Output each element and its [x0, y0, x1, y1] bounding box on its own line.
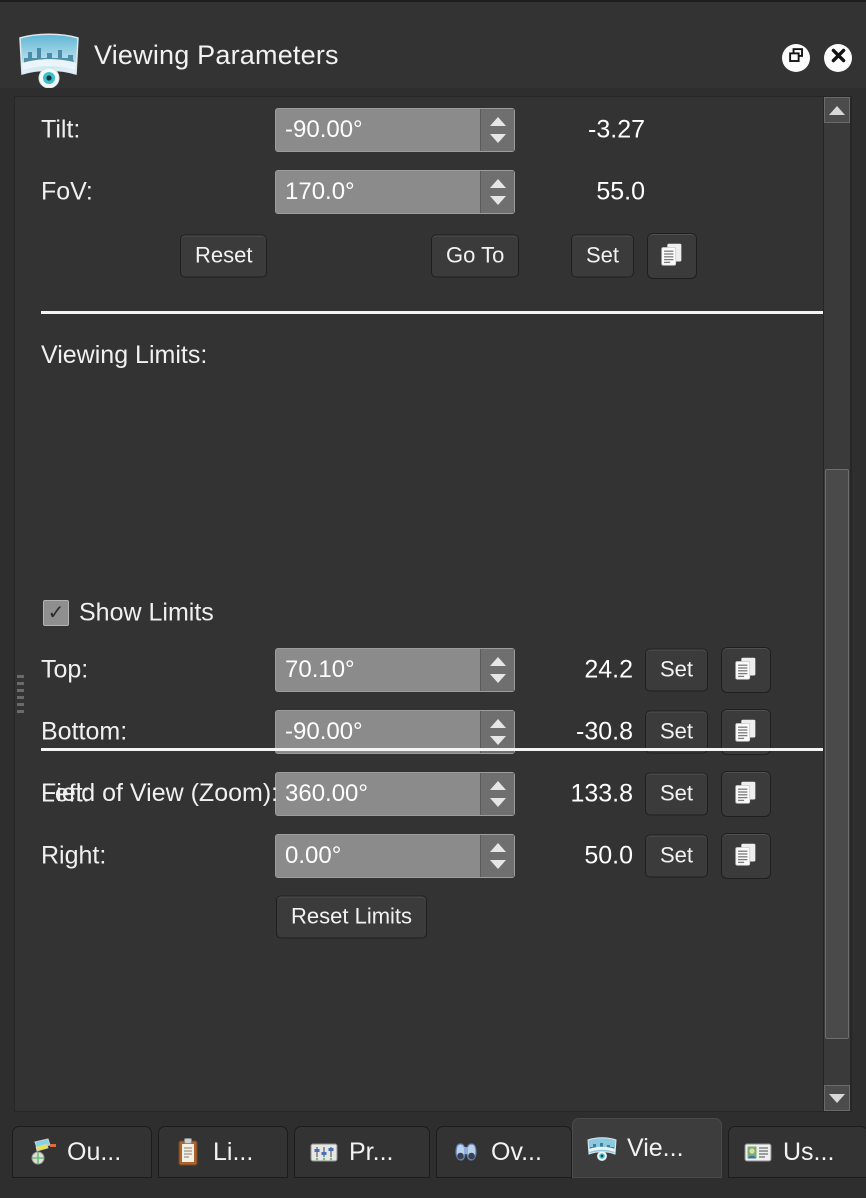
label-fov: FoV:	[41, 177, 93, 206]
limit-left-readout: 133.8	[570, 779, 633, 808]
set-view-button[interactable]: Set	[571, 234, 635, 278]
limit-right-stepper[interactable]	[480, 835, 514, 877]
tab-viewing-parameters-label: Vie...	[627, 1133, 684, 1162]
limit-right-spinner[interactable]: 0.00°	[275, 834, 515, 878]
show-limits-label[interactable]: Show Limits	[79, 599, 214, 628]
limit-left-spinner[interactable]: 360.00°	[275, 772, 515, 816]
label-limit-bottom: Bottom:	[41, 717, 128, 746]
show-limits-checkbox[interactable]: ✓	[43, 600, 69, 626]
limit-bottom-readout: -30.8	[576, 717, 633, 746]
tab-users-label: Us...	[783, 1137, 835, 1166]
tab-list-label: Li...	[213, 1137, 254, 1166]
set-limit-right-button[interactable]: Set	[645, 834, 709, 878]
tab-users[interactable]: Us...	[728, 1126, 866, 1178]
panorama-icon	[586, 1132, 618, 1164]
scroll-down-arrow[interactable]	[824, 1085, 850, 1111]
scroll-thumb[interactable]	[825, 469, 849, 1039]
binoculars-icon	[450, 1136, 482, 1168]
limit-bottom-stepper[interactable]	[480, 711, 514, 753]
row-view-actions: Reset Go To Set	[15, 223, 827, 289]
limit-left-stepper[interactable]	[480, 773, 514, 815]
vertical-scrollbar[interactable]	[823, 96, 851, 1112]
clipboard-icon	[172, 1136, 204, 1168]
restore-button[interactable]	[782, 44, 810, 72]
copy-limit-left-button[interactable]	[721, 771, 771, 817]
row-limit-right: Right: 0.00° 50.0 Set	[15, 825, 827, 887]
close-icon	[830, 47, 847, 69]
id-card-icon	[742, 1136, 774, 1168]
fov-stepper[interactable]	[480, 171, 514, 213]
restore-icon	[788, 47, 805, 69]
window-title: Viewing Parameters	[94, 40, 339, 70]
set-limit-left-button[interactable]: Set	[645, 772, 709, 816]
separator-limits	[41, 748, 833, 751]
limit-top-value[interactable]: 70.10°	[276, 649, 480, 691]
copy-pages-icon	[732, 654, 760, 687]
reset-button[interactable]: Reset	[180, 234, 268, 278]
go-to-button[interactable]: Go To	[431, 234, 520, 278]
label-tilt: Tilt:	[41, 115, 81, 144]
close-button[interactable]	[824, 44, 852, 72]
limit-top-readout: 24.2	[584, 655, 633, 684]
row-limit-bottom: Bottom: -90.00° -30.8 Set	[15, 701, 827, 763]
tab-overview-label: Ov...	[491, 1137, 542, 1166]
tilt-stepper[interactable]	[480, 109, 514, 151]
limit-right-value[interactable]: 0.00°	[276, 835, 480, 877]
fov-value[interactable]: 170.0°	[276, 171, 480, 213]
mixer-icon	[308, 1136, 340, 1168]
reset-limits-button[interactable]: Reset Limits	[276, 895, 428, 939]
limit-top-stepper[interactable]	[480, 649, 514, 691]
label-limit-right: Right:	[41, 841, 107, 870]
scroll-content: Tilt: -90.00° -3.27 FoV: 170.0° 55.0 Res…	[15, 97, 833, 1111]
tab-viewing-parameters[interactable]: Vie...	[572, 1118, 722, 1178]
limit-bottom-value[interactable]: -90.00°	[276, 711, 480, 753]
copy-limit-right-button[interactable]	[721, 833, 771, 879]
copy-pages-icon	[658, 240, 686, 273]
tab-properties[interactable]: Pr...	[294, 1126, 430, 1178]
limit-right-readout: 50.0	[584, 841, 633, 870]
copy-limit-top-button[interactable]	[721, 647, 771, 693]
scroll-up-arrow[interactable]	[824, 97, 850, 123]
tilt-spinner[interactable]: -90.00°	[275, 108, 515, 152]
row-reset-limits: Reset Limits	[15, 887, 827, 947]
row-show-limits: ✓ Show Limits	[15, 587, 827, 639]
row-tilt: Tilt: -90.00° -3.27	[15, 99, 827, 161]
panorama-eye-icon	[16, 32, 82, 89]
field-of-view-title: Field of View (Zoom):	[41, 779, 279, 807]
tab-properties-label: Pr...	[349, 1137, 394, 1166]
copy-pages-icon	[732, 716, 760, 749]
limit-top-spinner[interactable]: 70.10°	[275, 648, 515, 692]
panel-drag-handle[interactable]	[17, 675, 24, 717]
copy-pages-icon	[732, 778, 760, 811]
limit-left-value[interactable]: 360.00°	[276, 773, 480, 815]
set-limit-top-button[interactable]: Set	[645, 648, 709, 692]
bottom-tabbar: Ou... Li... Pr... Ov... Vie... Us...	[0, 1118, 866, 1198]
tab-overview[interactable]: Ov...	[436, 1126, 572, 1178]
viewing-limits-title: Viewing Limits:	[41, 341, 208, 369]
output-icon	[26, 1136, 58, 1168]
tilt-readout: -3.27	[588, 115, 645, 144]
copy-pages-icon	[732, 840, 760, 873]
window-titlebar: Viewing Parameters	[0, 0, 866, 89]
tab-list[interactable]: Li...	[158, 1126, 288, 1178]
tab-output[interactable]: Ou...	[12, 1126, 152, 1178]
separator-view	[41, 311, 833, 314]
label-limit-top: Top:	[41, 655, 89, 684]
viewing-parameters-panel: Tilt: -90.00° -3.27 FoV: 170.0° 55.0 Res…	[14, 96, 852, 1112]
tilt-value[interactable]: -90.00°	[276, 109, 480, 151]
fov-spinner[interactable]: 170.0°	[275, 170, 515, 214]
tab-output-label: Ou...	[67, 1137, 122, 1166]
row-fov: FoV: 170.0° 55.0	[15, 161, 827, 223]
row-limit-top: Top: 70.10° 24.2 Set	[15, 639, 827, 701]
fov-readout: 55.0	[596, 177, 645, 206]
copy-view-button[interactable]	[647, 233, 697, 279]
